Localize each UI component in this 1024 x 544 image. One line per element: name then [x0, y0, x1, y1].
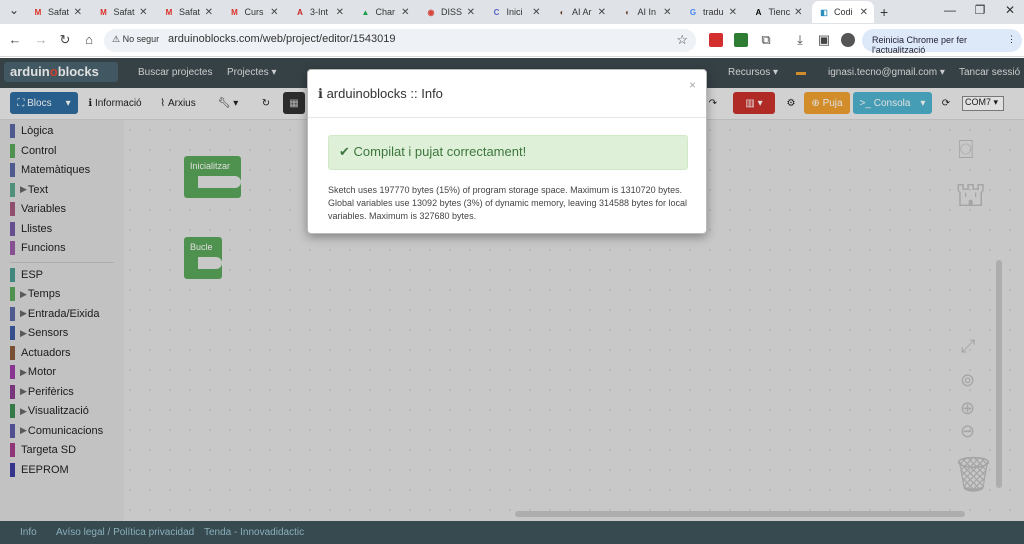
browser-tab[interactable]: A Tienc ✕ [747, 1, 809, 23]
tab-close-icon[interactable]: ✕ [205, 7, 213, 18]
tab-close-icon[interactable]: ✕ [74, 7, 82, 18]
google-icon: G [689, 7, 697, 17]
browser-tab[interactable]: ◧ Codi ✕ [812, 1, 874, 23]
gmail-icon: M [231, 7, 238, 17]
tab-close-icon[interactable]: ✕ [401, 7, 409, 18]
success-message: Compilat i pujat correctament! [353, 144, 527, 159]
relaunch-chrome-button[interactable]: Reinicia Chrome per fer l'actualització ⋮ [862, 29, 1022, 55]
menu-kebab-icon[interactable]: ⋮ [1007, 34, 1016, 45]
home-icon[interactable]: ⌂ [80, 32, 98, 47]
tab-label: 3-Int [310, 7, 329, 17]
extensions-puzzle-icon[interactable]: ⧉ [757, 32, 775, 48]
reload-icon[interactable]: ↻ [56, 32, 74, 48]
relaunch-label: Reinicia Chrome per fer l'actualització [872, 35, 968, 55]
drive-icon: ▲ [361, 7, 370, 17]
bookmark-star-icon[interactable]: ☆ [676, 32, 688, 48]
tab-label: Safat [179, 7, 201, 17]
ai-icon: ◐ [625, 7, 630, 17]
side-panel-icon[interactable]: ▣ [815, 32, 833, 48]
tab-label: Tienc [768, 7, 791, 17]
browser-tab[interactable]: ◐ AI In ✕ [616, 1, 678, 23]
tab-label: AI In [637, 7, 657, 17]
tab-close-icon[interactable]: ✕ [860, 7, 868, 18]
modal-title: ℹ arduinoblocks :: Info [318, 86, 443, 102]
browser-tab[interactable]: M Safat ✕ [26, 1, 88, 23]
browser-tab[interactable]: A 3-Int ✕ [288, 1, 350, 23]
a-icon: A [755, 7, 762, 17]
tab-label: Safat [48, 7, 70, 17]
modal-title-text: arduinoblocks :: Info [326, 86, 443, 101]
tab-label: DISS [441, 7, 463, 17]
browser-tab-strip: ⌄ M Safat ✕ M Safat ✕ M Safat ✕ M Curs ✕ A 3-Int ✕ ▲ Cha… [0, 0, 1024, 24]
browser-tab[interactable]: Gtradu ✕ [681, 1, 743, 23]
browser-tab[interactable]: ◉ DISS ✕ [419, 1, 481, 23]
browser-tab[interactable]: M Safat ✕ [92, 1, 154, 23]
arduinoblocks-icon: ◧ [820, 7, 828, 17]
profile-avatar[interactable] [841, 33, 855, 47]
tab-label: Inici [506, 7, 523, 17]
browser-tab[interactable]: M Safat ✕ [157, 1, 219, 23]
browser-tab[interactable]: ◐ AI Ar ✕ [550, 1, 612, 23]
browser-tab[interactable]: M Curs ✕ [223, 1, 285, 23]
forward-icon[interactable]: → [32, 32, 50, 47]
modal-close-button[interactable]: × [689, 78, 696, 92]
info-circle-icon: ℹ [318, 86, 327, 101]
close-window-icon[interactable]: ✕ [998, 3, 1022, 17]
tab-close-icon[interactable]: ✕ [729, 7, 737, 18]
gmail-icon: M [100, 7, 107, 17]
tab-close-icon[interactable]: ✕ [467, 7, 475, 18]
modal-header: ℹ arduinoblocks :: Info × [308, 70, 706, 118]
browser-tab[interactable]: C Inici ✕ [485, 1, 547, 23]
tab-label: Char [375, 7, 396, 17]
not-secure-indicator[interactable]: ⚠ No segur [112, 34, 159, 45]
restore-icon[interactable]: ❐ [968, 3, 992, 17]
browser-toolbar: ← → ↻ ⌂ ⚠ No segur arduinoblocks.com/web… [0, 24, 1024, 57]
extension-icon[interactable] [734, 33, 748, 47]
browser-tab[interactable]: ▲ Char ✕ [354, 1, 416, 23]
download-icon[interactable]: ⤓ [791, 32, 809, 48]
minimize-icon[interactable]: — [938, 3, 962, 17]
success-alert: ✔ Compilat i pujat correctament! [328, 135, 688, 170]
gmail-icon: M [34, 7, 42, 17]
address-bar[interactable]: ⚠ No segur arduinoblocks.com/web/project… [104, 29, 696, 52]
tab-close-icon[interactable]: ✕ [336, 7, 344, 18]
tab-close-icon[interactable]: ✕ [270, 7, 278, 18]
tab-label: Codi [834, 7, 853, 17]
check-icon: ✔ [339, 144, 354, 159]
tab-close-icon[interactable]: ✕ [663, 7, 671, 18]
tab-label: Curs [244, 7, 264, 17]
info-modal: ℹ arduinoblocks :: Info × ✔ Compilat i p… [307, 69, 707, 234]
acrobat-extension-icon[interactable] [709, 33, 723, 47]
diss-icon: ◉ [427, 7, 435, 17]
c-icon: C [493, 7, 500, 17]
pdf-icon: A [297, 7, 303, 17]
ai-icon: ◐ [559, 7, 565, 17]
tab-close-icon[interactable]: ✕ [532, 7, 540, 18]
tab-close-icon[interactable]: ✕ [794, 7, 802, 18]
new-tab-button[interactable]: + [880, 1, 888, 23]
url-text[interactable]: arduinoblocks.com/web/project/editor/154… [168, 33, 395, 45]
tab-label: Safat [113, 7, 135, 17]
back-icon[interactable]: ← [6, 32, 24, 47]
tab-close-icon[interactable]: ✕ [598, 7, 606, 18]
security-label: No segur [122, 34, 160, 44]
compile-output: Sketch uses 197770 bytes (15%) of progra… [328, 185, 688, 221]
tab-label: tradu [703, 7, 724, 17]
tab-label: AI Ar [572, 7, 592, 17]
tab-search-chevron-icon[interactable]: ⌄ [2, 3, 26, 17]
tab-close-icon[interactable]: ✕ [139, 7, 147, 18]
gmail-icon: M [165, 7, 173, 17]
